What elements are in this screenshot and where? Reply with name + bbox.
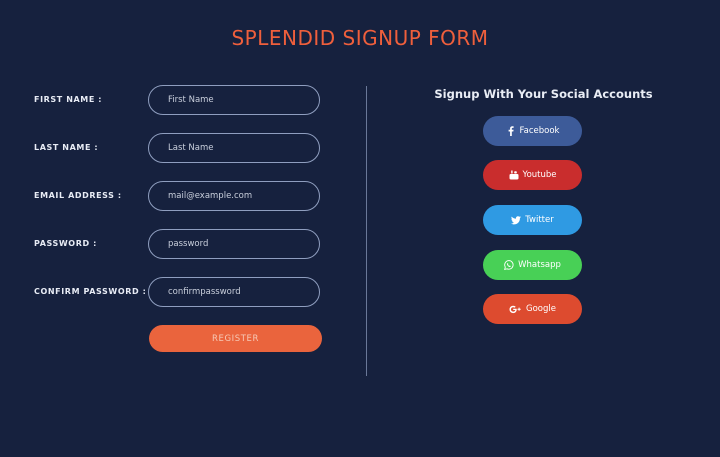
social-heading: Signup With Your Social Accounts (434, 87, 653, 101)
youtube-button[interactable]: Youtube (483, 160, 582, 190)
confirm-password-label: CONFIRM PASSWORD : (34, 287, 147, 296)
confirm-password-row: CONFIRM PASSWORD : (34, 277, 324, 311)
last-name-input[interactable] (148, 133, 320, 163)
youtube-label: Youtube (522, 170, 557, 180)
twitter-icon (511, 215, 522, 225)
email-address-label: EMAIL ADDRESS : (34, 191, 122, 200)
password-label: PASSWORD : (34, 239, 97, 248)
first-name-label: FIRST NAME : (34, 95, 103, 104)
facebook-icon (506, 126, 516, 136)
signup-form: FIRST NAME : LAST NAME : EMAIL ADDRESS :… (0, 0, 366, 457)
last-name-label: LAST NAME : (34, 143, 99, 152)
google-plus-icon (509, 304, 522, 314)
email-input[interactable] (148, 181, 320, 211)
social-signup-panel: Signup With Your Social Accounts Faceboo… (367, 0, 720, 457)
password-row: PASSWORD : (34, 229, 324, 263)
twitter-button[interactable]: Twitter (483, 205, 582, 235)
password-input[interactable] (148, 229, 320, 259)
facebook-button[interactable]: Facebook (483, 116, 582, 146)
email-row: EMAIL ADDRESS : (34, 181, 324, 215)
facebook-label: Facebook (519, 126, 560, 136)
google-button[interactable]: Google (483, 294, 582, 324)
whatsapp-button[interactable]: Whatsapp (483, 250, 582, 280)
youtube-icon (509, 170, 519, 180)
last-name-row: LAST NAME : (34, 133, 324, 167)
twitter-label: Twitter (525, 215, 554, 225)
first-name-input[interactable] (148, 85, 320, 115)
google-label: Google (526, 304, 556, 314)
confirm-password-input[interactable] (148, 277, 320, 307)
whatsapp-icon (504, 260, 514, 270)
first-name-row: FIRST NAME : (34, 85, 324, 119)
register-button[interactable]: REGISTER (149, 325, 322, 352)
whatsapp-label: Whatsapp (518, 260, 561, 270)
